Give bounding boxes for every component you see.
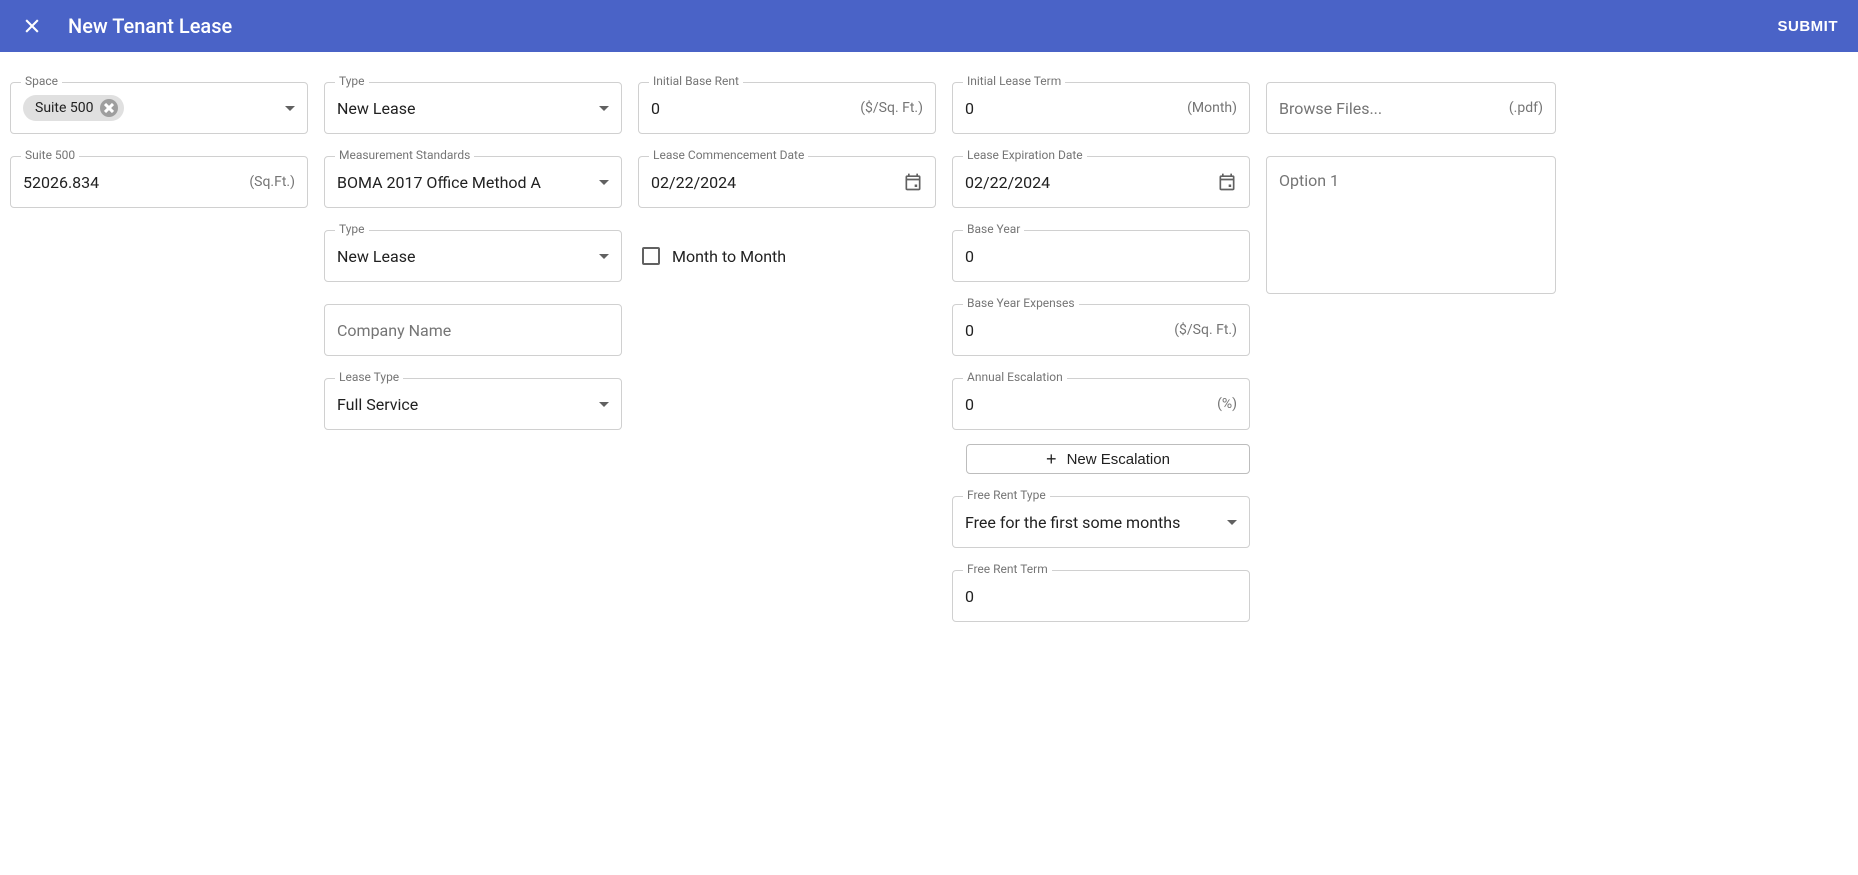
close-icon bbox=[22, 16, 42, 36]
chip-wrap: Suite 500 bbox=[23, 95, 277, 121]
field-label: Lease Type bbox=[335, 370, 403, 384]
header-left: New Tenant Lease bbox=[20, 14, 232, 38]
lease-expiration-date-input[interactable]: Lease Expiration Date 02/22/2024 bbox=[952, 156, 1250, 208]
field-label: Type bbox=[335, 74, 369, 88]
initial-lease-term-input[interactable]: Initial Lease Term 0 (Month) bbox=[952, 82, 1250, 134]
checkbox-label: Month to Month bbox=[672, 247, 786, 266]
chevron-down-icon bbox=[1227, 520, 1237, 525]
field-label: Type bbox=[335, 222, 369, 236]
field-label: Annual Escalation bbox=[963, 370, 1067, 384]
close-button[interactable] bbox=[20, 14, 44, 38]
field-label: Lease Expiration Date bbox=[963, 148, 1087, 162]
free-rent-term-input[interactable]: Free Rent Term 0 bbox=[952, 570, 1250, 622]
field-label: Base Year Expenses bbox=[963, 296, 1079, 310]
type-select-2[interactable]: Type New Lease bbox=[324, 230, 622, 282]
free-rent-type-select[interactable]: Free Rent Type Free for the first some m… bbox=[952, 496, 1250, 548]
escalation-group: Annual Escalation 0 (%) + New Escalation bbox=[952, 378, 1250, 474]
field-suffix: (Sq.Ft.) bbox=[249, 174, 295, 190]
page-title: New Tenant Lease bbox=[68, 14, 232, 38]
base-year-expenses-input[interactable]: Base Year Expenses 0 ($/Sq. Ft.) bbox=[952, 304, 1250, 356]
lease-type-select[interactable]: Lease Type Full Service bbox=[324, 378, 622, 430]
annual-escalation-input[interactable]: Annual Escalation 0 (%) bbox=[952, 378, 1250, 430]
field-value: 0 bbox=[651, 99, 852, 118]
field-value: 0 bbox=[965, 395, 1209, 414]
field-placeholder: Company Name bbox=[337, 321, 609, 340]
field-suffix: (%) bbox=[1217, 396, 1237, 412]
field-value: BOMA 2017 Office Method A bbox=[337, 173, 591, 192]
field-label: Space bbox=[21, 74, 62, 88]
field-label: Measurement Standards bbox=[335, 148, 474, 162]
header-bar: New Tenant Lease SUBMIT bbox=[0, 0, 1858, 52]
field-label: Initial Lease Term bbox=[963, 74, 1065, 88]
space-select[interactable]: Space Suite 500 bbox=[10, 82, 308, 134]
field-label: Base Year bbox=[963, 222, 1024, 236]
field-suffix: ($/Sq. Ft.) bbox=[860, 100, 923, 116]
suite-size-input[interactable]: Suite 500 52026.834 (Sq.Ft.) bbox=[10, 156, 308, 208]
column-1: Space Suite 500 Suite 500 52026.834 (Sq.… bbox=[10, 82, 308, 622]
field-label: Free Rent Type bbox=[963, 488, 1050, 502]
field-value: 02/22/2024 bbox=[651, 173, 903, 192]
chevron-down-icon bbox=[285, 106, 295, 111]
type-select-1[interactable]: Type New Lease bbox=[324, 82, 622, 134]
column-3: Initial Base Rent 0 ($/Sq. Ft.) Lease Co… bbox=[638, 82, 936, 622]
field-label: Free Rent Term bbox=[963, 562, 1052, 576]
field-value: 52026.834 bbox=[23, 173, 241, 192]
chevron-down-icon bbox=[599, 402, 609, 407]
field-value: 02/22/2024 bbox=[965, 173, 1217, 192]
field-suffix: (Month) bbox=[1187, 100, 1237, 116]
column-4: Initial Lease Term 0 (Month) Lease Expir… bbox=[952, 82, 1250, 622]
chevron-down-icon bbox=[599, 254, 609, 259]
field-value: 0 bbox=[965, 587, 1237, 606]
chevron-down-icon bbox=[599, 180, 609, 185]
field-value: 0 bbox=[965, 321, 1166, 340]
calendar-icon bbox=[903, 172, 923, 192]
field-value: Free for the first some months bbox=[965, 513, 1219, 532]
new-escalation-button[interactable]: + New Escalation bbox=[966, 444, 1250, 474]
company-name-input[interactable]: Company Name bbox=[324, 304, 622, 356]
button-label: New Escalation bbox=[1067, 451, 1170, 468]
submit-button[interactable]: SUBMIT bbox=[1778, 18, 1839, 35]
field-value: 0 bbox=[965, 99, 1179, 118]
field-value: 0 bbox=[965, 247, 1237, 266]
field-value: New Lease bbox=[337, 247, 591, 266]
field-label: Initial Base Rent bbox=[649, 74, 743, 88]
browse-label: Browse Files... bbox=[1279, 99, 1501, 118]
column-5: Browse Files... (.pdf) Option 1 bbox=[1266, 82, 1556, 622]
form-area: Space Suite 500 Suite 500 52026.834 (Sq.… bbox=[0, 52, 1858, 652]
chip-label: Suite 500 bbox=[35, 100, 94, 116]
column-2: Type New Lease Measurement Standards BOM… bbox=[324, 82, 622, 622]
field-label: Suite 500 bbox=[21, 148, 79, 162]
browse-files-button[interactable]: Browse Files... (.pdf) bbox=[1266, 82, 1556, 134]
field-value: Full Service bbox=[337, 395, 591, 414]
option-textarea[interactable]: Option 1 bbox=[1266, 156, 1556, 294]
base-year-input[interactable]: Base Year 0 bbox=[952, 230, 1250, 282]
chevron-down-icon bbox=[599, 106, 609, 111]
calendar-button[interactable] bbox=[1217, 172, 1237, 192]
field-suffix: (.pdf) bbox=[1509, 100, 1543, 116]
space-chip: Suite 500 bbox=[23, 95, 124, 121]
field-suffix: ($/Sq. Ft.) bbox=[1174, 322, 1237, 338]
calendar-icon bbox=[1217, 172, 1237, 192]
calendar-button[interactable] bbox=[903, 172, 923, 192]
initial-base-rent-input[interactable]: Initial Base Rent 0 ($/Sq. Ft.) bbox=[638, 82, 936, 134]
month-to-month-checkbox-row: Month to Month bbox=[638, 230, 936, 282]
field-label: Lease Commencement Date bbox=[649, 148, 808, 162]
measurement-standards-select[interactable]: Measurement Standards BOMA 2017 Office M… bbox=[324, 156, 622, 208]
plus-icon: + bbox=[1046, 450, 1057, 468]
field-value: New Lease bbox=[337, 99, 591, 118]
close-icon bbox=[104, 103, 114, 113]
month-to-month-checkbox[interactable] bbox=[642, 247, 660, 265]
option-placeholder: Option 1 bbox=[1279, 171, 1339, 190]
lease-commencement-date-input[interactable]: Lease Commencement Date 02/22/2024 bbox=[638, 156, 936, 208]
chip-remove-button[interactable] bbox=[100, 99, 118, 117]
